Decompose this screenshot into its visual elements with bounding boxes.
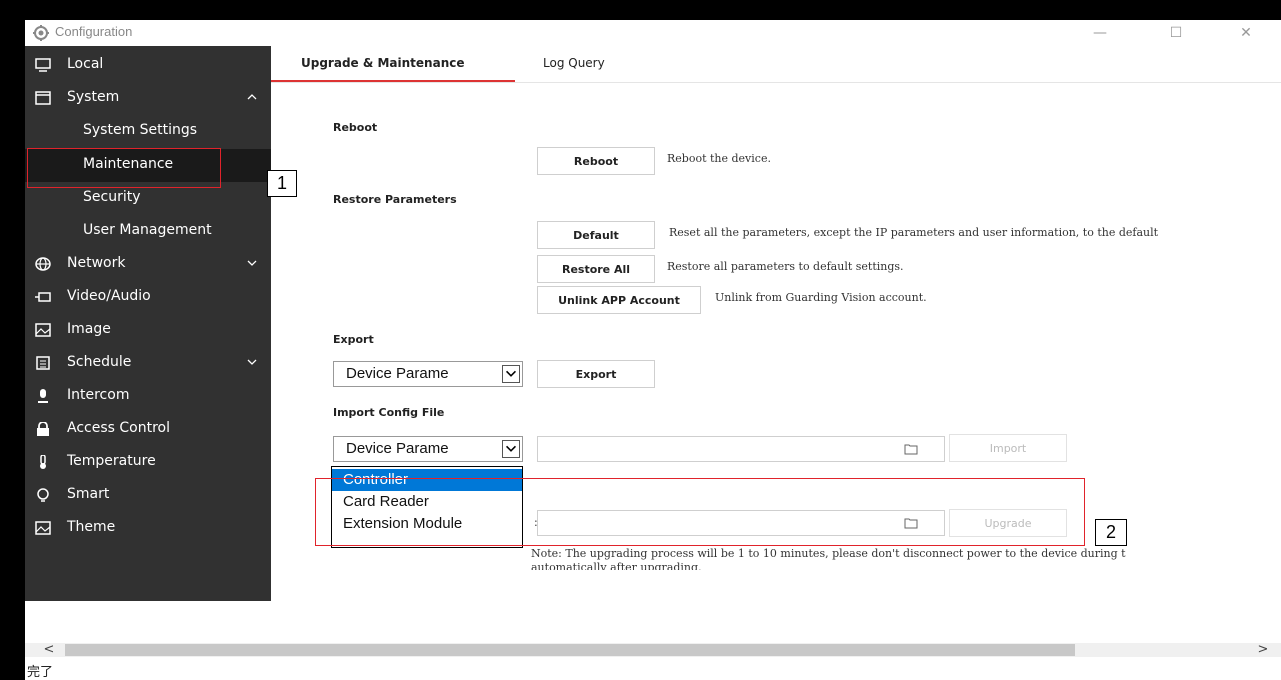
sidebar-item-network[interactable]: Network bbox=[25, 248, 271, 281]
folder-icon[interactable] bbox=[904, 443, 918, 455]
sidebar-item-label: Temperature bbox=[67, 453, 156, 469]
tab-bar: Upgrade & Maintenance Log Query bbox=[271, 46, 1281, 83]
chevron-down-icon bbox=[247, 359, 257, 365]
sidebar-item-video-audio[interactable]: Video/Audio bbox=[25, 281, 271, 314]
export-select-value: Device Parame bbox=[346, 365, 449, 382]
import-type-select[interactable]: Device Parame bbox=[333, 436, 523, 462]
window-icon bbox=[35, 91, 51, 105]
scrollbar-thumb[interactable] bbox=[65, 644, 1075, 656]
app-gear-icon bbox=[33, 25, 49, 41]
scroll-right-arrow[interactable]: > bbox=[1253, 643, 1273, 657]
sidebar-item-label: Security bbox=[83, 189, 141, 205]
sidebar-item-label: Network bbox=[67, 255, 126, 271]
bulb-icon bbox=[37, 488, 49, 502]
microphone-icon bbox=[38, 389, 48, 403]
sidebar-item-system-settings[interactable]: System Settings bbox=[25, 115, 271, 148]
unlink-app-account-button[interactable]: Unlink APP Account bbox=[537, 286, 701, 314]
thermometer-icon bbox=[40, 455, 46, 469]
restore-all-button[interactable]: Restore All bbox=[537, 255, 655, 283]
export-button[interactable]: Export bbox=[537, 360, 655, 388]
sidebar-item-temperature[interactable]: Temperature bbox=[25, 446, 271, 479]
sidebar: Local System System Settings Maintenance… bbox=[25, 46, 271, 601]
import-select-value: Device Parame bbox=[346, 440, 449, 457]
status-text: 完了 bbox=[27, 665, 54, 680]
theme-icon bbox=[35, 521, 51, 535]
lock-icon bbox=[37, 422, 49, 436]
sidebar-item-system[interactable]: System bbox=[25, 82, 271, 115]
sidebar-item-label: System bbox=[67, 89, 120, 105]
annotation-highlight-maintenance bbox=[27, 148, 221, 188]
tab-log-query[interactable]: Log Query bbox=[543, 56, 605, 70]
scroll-left-arrow[interactable]: < bbox=[39, 643, 59, 657]
restore-section-title: Restore Parameters bbox=[333, 193, 457, 206]
reboot-description: Reboot the device. bbox=[667, 152, 771, 165]
sidebar-item-intercom[interactable]: Intercom bbox=[25, 380, 271, 413]
sidebar-item-label: Image bbox=[67, 321, 111, 337]
unlink-description: Unlink from Guarding Vision account. bbox=[715, 291, 927, 304]
sidebar-item-label: Theme bbox=[67, 519, 116, 535]
horizontal-scrollbar[interactable]: < > bbox=[25, 643, 1281, 657]
upgrade-note-continued: automatically after upgrading. bbox=[531, 561, 702, 570]
chevron-down-icon bbox=[502, 440, 520, 458]
configuration-window: Configuration — ☐ ✕ Local System System … bbox=[25, 20, 1281, 680]
export-section-title: Export bbox=[333, 333, 374, 346]
sidebar-item-smart[interactable]: Smart bbox=[25, 479, 271, 512]
title-bar: Configuration — ☐ ✕ bbox=[25, 20, 1281, 46]
sidebar-item-label: Local bbox=[67, 56, 104, 72]
status-bar: 完了 bbox=[25, 659, 1281, 680]
sidebar-item-access-control[interactable]: Access Control bbox=[25, 413, 271, 446]
sidebar-item-image[interactable]: Image bbox=[25, 314, 271, 347]
calendar-icon bbox=[36, 356, 50, 370]
upgrade-note: Note: The upgrading process will be 1 to… bbox=[531, 547, 1126, 560]
default-button[interactable]: Default bbox=[537, 221, 655, 249]
annotation-highlight-dropdown bbox=[315, 478, 1085, 546]
reboot-section-title: Reboot bbox=[333, 121, 378, 134]
sidebar-item-theme[interactable]: Theme bbox=[25, 512, 271, 545]
restore-all-description: Restore all parameters to default settin… bbox=[667, 260, 904, 273]
video-icon bbox=[35, 292, 51, 302]
sidebar-item-local[interactable]: Local bbox=[25, 49, 271, 82]
sidebar-item-label: Video/Audio bbox=[67, 288, 151, 304]
export-type-select[interactable]: Device Parame bbox=[333, 361, 523, 387]
sidebar-item-label: User Management bbox=[83, 222, 212, 238]
import-section-title: Import Config File bbox=[333, 406, 445, 419]
maximize-button[interactable]: ☐ bbox=[1161, 23, 1191, 43]
sidebar-item-label: System Settings bbox=[83, 122, 198, 138]
sidebar-item-user-management[interactable]: User Management bbox=[25, 215, 271, 248]
sidebar-item-schedule[interactable]: Schedule bbox=[25, 347, 271, 380]
minimize-button[interactable]: — bbox=[1085, 23, 1115, 43]
active-tab-indicator bbox=[271, 80, 515, 82]
sidebar-item-label: Intercom bbox=[67, 387, 130, 403]
upgrade-note-continued-clip: automatically after upgrading. bbox=[531, 561, 1231, 570]
import-button[interactable]: Import bbox=[949, 434, 1067, 462]
chevron-down-icon bbox=[502, 365, 520, 383]
import-file-path-input[interactable] bbox=[537, 436, 945, 462]
annotation-label-2: 2 bbox=[1095, 519, 1127, 546]
chevron-up-icon bbox=[247, 94, 257, 100]
default-description: Reset all the parameters, except the IP … bbox=[669, 226, 1159, 239]
chevron-down-icon bbox=[247, 260, 257, 266]
image-icon bbox=[35, 323, 51, 337]
sidebar-item-label: Smart bbox=[67, 486, 110, 502]
close-button[interactable]: ✕ bbox=[1231, 23, 1261, 43]
reboot-button[interactable]: Reboot bbox=[537, 147, 655, 175]
window-title: Configuration bbox=[55, 24, 133, 39]
monitor-icon bbox=[35, 58, 51, 72]
annotation-label-1: 1 bbox=[267, 170, 297, 197]
tab-upgrade-maintenance[interactable]: Upgrade & Maintenance bbox=[301, 56, 465, 70]
globe-icon bbox=[35, 257, 51, 271]
sidebar-item-label: Schedule bbox=[67, 354, 132, 370]
sidebar-item-label: Access Control bbox=[67, 420, 170, 436]
